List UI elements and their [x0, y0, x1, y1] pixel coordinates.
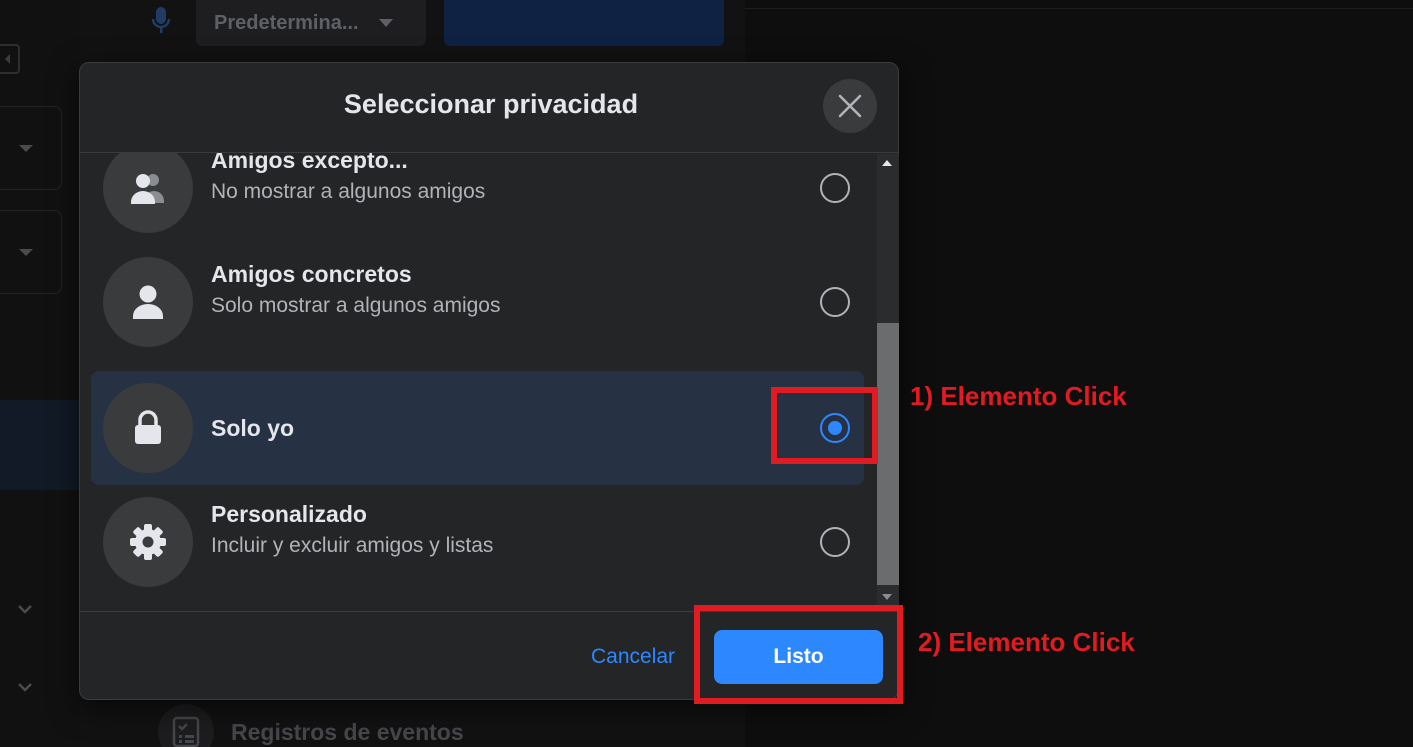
- background-divider: [745, 8, 1413, 9]
- annotation-box-radio: [771, 387, 878, 464]
- events-log-item[interactable]: Registros de eventos: [158, 704, 464, 747]
- background-selected-item: [0, 400, 80, 490]
- collapse-panel-icon[interactable]: [0, 44, 20, 74]
- annotation-label-2: 2) Elemento Click: [918, 627, 1135, 657]
- option-amigos-concretos[interactable]: Amigos concretos Solo mostrar a algunos …: [91, 245, 864, 359]
- option-title: Personalizado: [211, 501, 367, 527]
- microphone-icon: [151, 7, 171, 33]
- option-solo-yo[interactable]: Solo yo: [91, 371, 864, 485]
- gear-icon: [103, 497, 193, 587]
- privacy-options-list: Amigos excepto... No mostrar a algunos a…: [80, 153, 876, 611]
- option-title: Amigos excepto...: [211, 153, 408, 173]
- chevron-down-icon: [19, 249, 33, 256]
- chevron-down-icon[interactable]: [18, 680, 32, 694]
- dialog-title: Seleccionar privacidad: [343, 89, 639, 119]
- background-card[interactable]: [0, 106, 62, 190]
- option-subtitle: No mostrar a algunos amigos: [211, 180, 486, 203]
- close-button[interactable]: [823, 79, 877, 133]
- option-personalizado[interactable]: Personalizado Incluir y excluir amigos y…: [91, 485, 864, 599]
- events-log-label: Registros de eventos: [231, 718, 464, 745]
- option-subtitle: Incluir y excluir amigos y listas: [211, 534, 494, 557]
- option-title: Amigos concretos: [211, 261, 412, 287]
- close-icon: [838, 94, 862, 118]
- audience-dropdown-label: Predetermina...: [214, 11, 359, 34]
- dialog-header: Seleccionar privacidad: [80, 63, 898, 153]
- audience-dropdown[interactable]: Predetermina...: [196, 0, 426, 46]
- radio-amigos-excepto[interactable]: [820, 173, 850, 203]
- annotation-box-done: [694, 605, 903, 704]
- scroll-down-arrow-icon[interactable]: [882, 594, 892, 600]
- background-publish-button[interactable]: [444, 0, 724, 46]
- annotation-label-1: 1) Elemento Click: [910, 381, 1127, 411]
- friends-icon: [103, 153, 193, 233]
- cancel-button[interactable]: Cancelar: [591, 645, 675, 669]
- radio-amigos-concretos[interactable]: [820, 287, 850, 317]
- radio-personalizado[interactable]: [820, 527, 850, 557]
- chevron-down-icon: [19, 145, 33, 152]
- scroll-up-arrow-icon[interactable]: [882, 160, 892, 166]
- options-scrollbar[interactable]: [877, 154, 899, 606]
- option-title: Solo yo: [211, 415, 295, 441]
- option-subtitle: Solo mostrar a algunos amigos: [211, 294, 501, 317]
- option-amigos-excepto[interactable]: Amigos excepto... No mostrar a algunos a…: [91, 153, 864, 245]
- scrollbar-thumb[interactable]: [877, 323, 899, 585]
- checklist-icon: [158, 704, 214, 747]
- chevron-down-icon[interactable]: [18, 602, 32, 616]
- background-card[interactable]: [0, 210, 62, 294]
- lock-icon: [103, 383, 193, 473]
- person-icon: [103, 257, 193, 347]
- chevron-down-icon: [378, 19, 393, 27]
